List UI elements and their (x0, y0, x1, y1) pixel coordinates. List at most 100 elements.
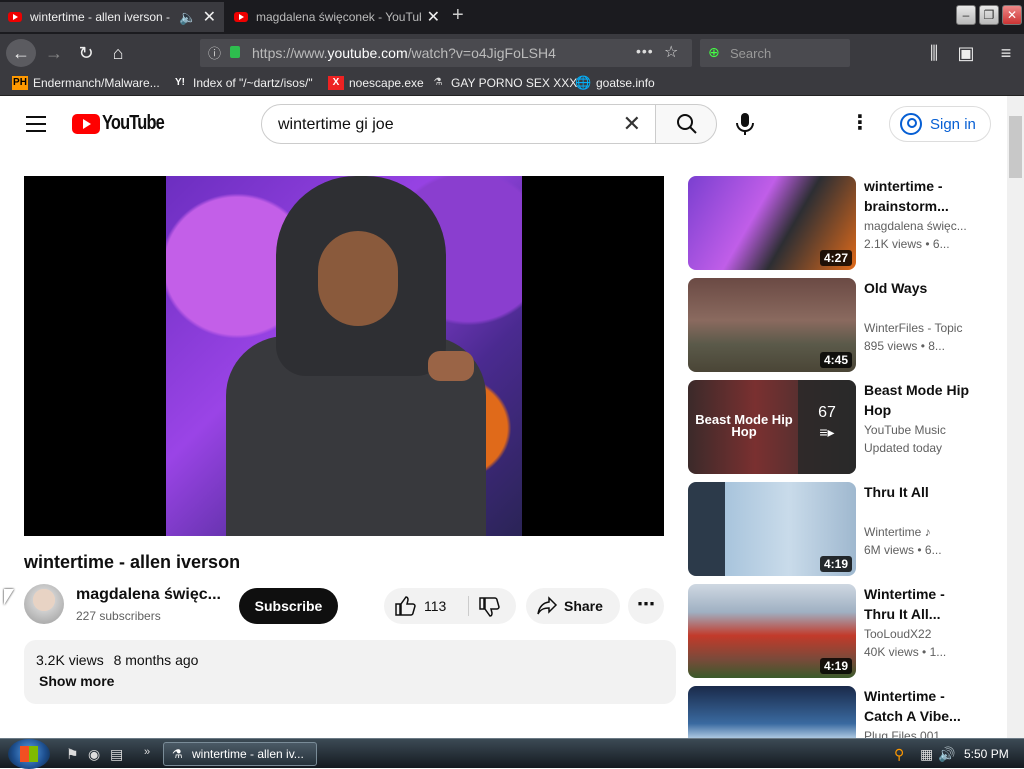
thumbs-up-icon[interactable] (394, 595, 416, 617)
tab-title: magdalena święconek - YouTube (256, 10, 421, 24)
description-box[interactable]: 3.2K views 8 months ago Show more (24, 640, 676, 704)
browser-search-field[interactable]: ⊕ Search (700, 39, 850, 67)
recommendation-channel[interactable]: TooLoudX22 (864, 627, 968, 641)
guide-menu-icon[interactable] (26, 116, 46, 132)
video-thumbnail[interactable]: 4:19 (688, 584, 856, 678)
recommendation-channel[interactable]: Plug Files 001 (864, 729, 968, 738)
recommendation-title[interactable]: Beast Mode Hip Hop (864, 380, 974, 420)
page-scrollbar[interactable] (1007, 96, 1024, 738)
settings-more-icon[interactable]: ⋮ (850, 110, 870, 135)
bag-icon: ⚗ (433, 77, 443, 88)
bookmark-index-dartz[interactable]: Y! Index of "/~dartz/isos/" (172, 76, 313, 90)
tab-wintertime[interactable]: wintertime - allen iverson - YouTube 🔈 ✕ (0, 2, 224, 32)
new-tab-icon[interactable]: + (452, 4, 464, 27)
tab-close-icon[interactable]: ✕ (427, 7, 440, 27)
youtube-logo[interactable]: YouTube (72, 112, 178, 135)
recommendation-channel[interactable]: Wintertime ♪ (864, 525, 968, 539)
search-tray-icon[interactable]: ⚲ (894, 746, 904, 763)
video-thumbnail[interactable] (688, 686, 856, 738)
video-title: wintertime - allen iverson (24, 552, 241, 572)
recommendation-item[interactable]: Wintertime - Catch A Vibe... Plug Files … (688, 686, 998, 738)
back-arrow-icon[interactable]: ← (6, 39, 36, 67)
home-icon[interactable]: ⌂ (106, 42, 130, 64)
recommendation-channel[interactable]: magdalena święc... (864, 219, 968, 233)
tab-strip: wintertime - allen iverson - YouTube 🔈 ✕… (0, 0, 1024, 34)
start-button[interactable] (8, 739, 50, 769)
youtube-page: YouTube wintertime gi joe ✕ ⋮ Sign in wi… (0, 96, 1007, 738)
close-window-button[interactable]: ✕ (1002, 5, 1022, 25)
minimize-button[interactable]: – (956, 5, 976, 25)
search-input[interactable]: wintertime gi joe ✕ (261, 104, 656, 144)
bookmark-endermanch[interactable]: PH Endermanch/Malware... (12, 76, 160, 90)
forward-arrow-icon[interactable]: → (42, 42, 66, 64)
sign-in-button[interactable]: Sign in (889, 106, 991, 142)
like-dislike-bar: 113 (384, 588, 516, 624)
video-content-image (428, 351, 474, 381)
show-more-button[interactable]: Show more (39, 673, 114, 689)
video-thumbnail[interactable]: 4:45 (688, 278, 856, 372)
video-thumbnail[interactable]: 4:19 (688, 482, 856, 576)
tab-close-icon[interactable]: ✕ (203, 7, 216, 27)
more-quicklaunch-icon[interactable]: » (144, 746, 150, 758)
recommendation-item[interactable]: 4:45 Old Ways WinterFiles - Topic 895 vi… (688, 278, 998, 372)
network-icon[interactable]: ▦ (920, 746, 933, 763)
reload-icon[interactable]: ↻ (74, 42, 98, 64)
bookmark-noescape[interactable]: X noescape.exe (328, 76, 424, 90)
youtube-favicon-icon (234, 12, 248, 22)
bookmark-xxx[interactable]: ⚗ GAY PORNO SEX XXX (430, 76, 578, 90)
microphone-icon[interactable] (734, 112, 756, 136)
scrollbar-thumb[interactable] (1009, 116, 1022, 178)
recommendation-stats: 6M views • 6... (864, 543, 942, 557)
recommendation-title[interactable]: Wintertime - Catch A Vibe... (864, 686, 974, 726)
bookmark-goatse[interactable]: 🌐 goatse.info (575, 76, 655, 91)
clock[interactable]: 5:50 PM (964, 747, 1009, 761)
search-icon: ⊕ (708, 44, 720, 60)
show-desktop-icon[interactable]: ▤ (110, 746, 123, 763)
browser-quicklaunch-icon[interactable]: ◉ (88, 746, 100, 763)
playlist-item[interactable]: Beast Mode Hip Hop 67 ≡▸ Beast Mode Hip … (688, 380, 998, 474)
recommendation-title[interactable]: Wintertime - Thru It All... (864, 584, 974, 624)
share-button[interactable]: Share (526, 588, 620, 624)
channel-avatar[interactable] (24, 584, 64, 624)
speaker-icon[interactable]: 🔈 (179, 9, 196, 26)
youtube-favicon-icon (8, 12, 22, 22)
thumbnail-text: Beast Mode Hip Hop (695, 412, 793, 439)
subscribe-button[interactable]: Subscribe (239, 588, 338, 624)
menu-icon[interactable]: ≡ (994, 42, 1018, 64)
like-count[interactable]: 113 (424, 598, 446, 614)
windows-logo-icon (20, 746, 38, 762)
info-icon[interactable]: ⓘ (208, 43, 221, 62)
recommendation-item[interactable]: 4:27 wintertime - brainstorm... magdalen… (688, 176, 998, 270)
restore-button[interactable]: ❐ (979, 5, 999, 25)
video-meta: 3.2K views 8 months ago (36, 652, 204, 668)
recommendation-item[interactable]: 4:19 Thru It All Wintertime ♪ 6M views •… (688, 482, 998, 576)
taskbar-window-button[interactable]: ⚗ wintertime - allen iv... (163, 742, 317, 766)
url-text[interactable]: https://www.youtube.com/watch?v=o4JigFoL… (252, 45, 556, 61)
more-actions-icon[interactable]: ⋯ (628, 588, 664, 624)
page-actions-icon[interactable]: ••• (636, 43, 654, 59)
sidebar-icon[interactable]: ▣ (954, 42, 978, 64)
recommendation-item[interactable]: 4:19 Wintertime - Thru It All... TooLoud… (688, 584, 998, 678)
tab-magdalena[interactable]: magdalena święconek - YouTube ✕ (226, 2, 448, 32)
volume-icon[interactable]: 🔊 (938, 746, 955, 763)
url-bar[interactable]: ⓘ https://www.youtube.com/watch?v=o4JigF… (200, 39, 692, 67)
thumbs-down-icon[interactable] (478, 596, 500, 618)
recommendation-title[interactable]: Thru It All (864, 482, 974, 502)
recommendation-channel[interactable]: WinterFiles - Topic (864, 321, 968, 335)
library-icon[interactable]: ⫼ (922, 42, 946, 64)
channel-name[interactable]: magdalena święc... (76, 586, 221, 604)
lock-icon (230, 46, 240, 58)
playlist-thumbnail[interactable]: Beast Mode Hip Hop 67 ≡▸ (688, 380, 856, 474)
recommendation-channel[interactable]: YouTube Music (864, 423, 968, 437)
recommendation-title[interactable]: wintertime - brainstorm... (864, 176, 974, 216)
video-player[interactable] (24, 176, 664, 536)
quicklaunch-icon[interactable]: ⚑ (66, 746, 79, 763)
navigation-bar: ← → ↻ ⌂ ⓘ https://www.youtube.com/watch?… (0, 34, 1024, 72)
ph-icon: PH (12, 76, 28, 90)
recommendation-title[interactable]: Old Ways (864, 278, 974, 298)
search-button[interactable] (655, 104, 717, 144)
video-thumbnail[interactable]: 4:27 (688, 176, 856, 270)
bookmark-star-icon[interactable]: ☆ (664, 42, 678, 62)
video-frame[interactable] (166, 176, 522, 536)
clear-search-icon[interactable]: ✕ (623, 111, 641, 137)
